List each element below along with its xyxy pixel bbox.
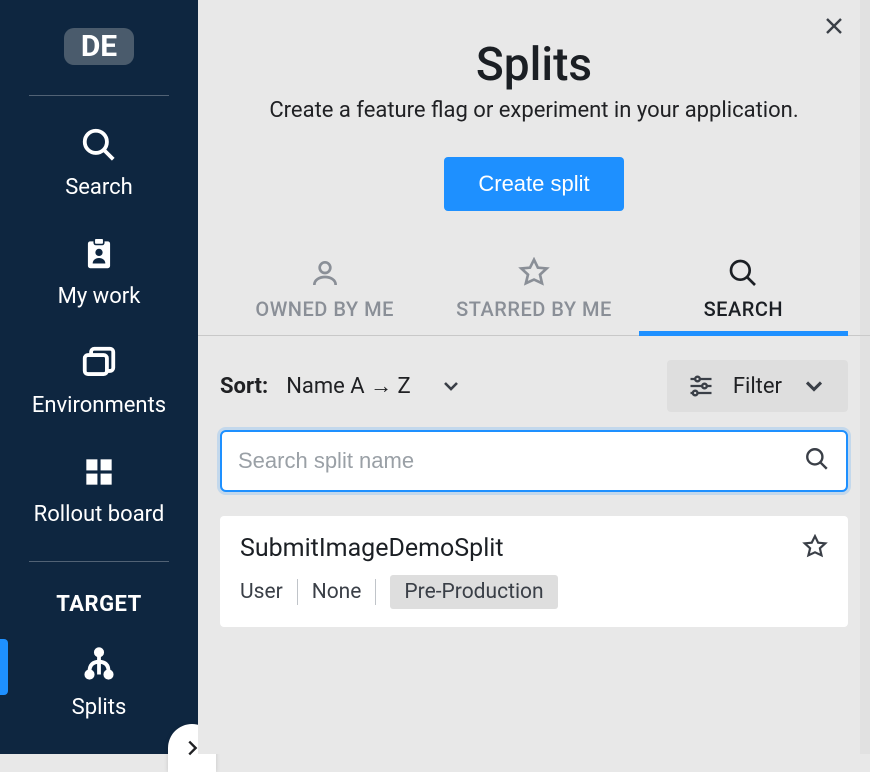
page-header: Splits Create a feature flag or experime… xyxy=(198,0,870,211)
tab-label: SEARCH xyxy=(704,297,784,321)
split-meta: User None Pre-Production xyxy=(240,575,828,609)
sidebar: DE Search My work Environments Rollout b… xyxy=(0,0,198,754)
sidebar-section-heading: TARGET xyxy=(56,592,142,617)
sort-value-text: Name A → Z xyxy=(286,373,411,399)
tabbar: OWNED BY ME STARRED BY ME SEARCH xyxy=(198,257,870,336)
search-icon xyxy=(79,125,119,165)
sidebar-divider xyxy=(29,561,169,562)
star-icon xyxy=(518,257,550,289)
sidebar-divider xyxy=(29,95,169,96)
sidebar-item-splits[interactable]: Splits xyxy=(0,645,198,720)
tab-search[interactable]: SEARCH xyxy=(639,257,848,335)
tab-label: OWNED BY ME xyxy=(255,297,393,321)
controls-row: Sort: Name A → Z Filter xyxy=(198,336,870,430)
filter-label: Filter xyxy=(733,374,782,399)
sidebar-item-label: Rollout board xyxy=(34,502,165,527)
search-field-wrap xyxy=(220,430,848,492)
star-button[interactable] xyxy=(802,534,828,564)
star-icon xyxy=(802,534,828,560)
sidebar-item-label: My work xyxy=(58,284,141,309)
main-content: Splits Create a feature flag or experime… xyxy=(198,0,870,754)
user-icon xyxy=(309,257,341,289)
close-icon xyxy=(822,14,846,38)
sidebar-item-rollout-board[interactable]: Rollout board xyxy=(0,452,198,527)
grid-icon xyxy=(79,452,119,492)
sidebar-item-label: Environments xyxy=(32,393,166,418)
meta-divider xyxy=(297,579,298,605)
split-traffic-type: User xyxy=(240,580,283,604)
filter-icon xyxy=(687,372,715,400)
sidebar-item-search[interactable]: Search xyxy=(0,125,198,200)
branch-icon xyxy=(79,645,119,685)
chevron-down-icon xyxy=(439,374,463,398)
sort-control: Sort: Name A → Z xyxy=(220,373,649,399)
tab-owned-by-me[interactable]: OWNED BY ME xyxy=(220,257,429,335)
split-tags: None xyxy=(312,580,362,604)
workspace-initials: DE xyxy=(81,29,117,64)
sidebar-item-label: Search xyxy=(65,175,133,200)
page-title: Splits xyxy=(198,38,870,92)
sort-dropdown[interactable]: Name A → Z xyxy=(286,373,463,399)
clipboard-user-icon xyxy=(79,234,119,274)
sort-label: Sort: xyxy=(220,374,268,399)
search-icon xyxy=(727,257,759,289)
filter-button[interactable]: Filter xyxy=(667,360,848,412)
stack-icon xyxy=(79,343,119,383)
split-environment-chip: Pre-Production xyxy=(390,575,557,609)
chevron-down-icon xyxy=(800,372,828,400)
search-input[interactable] xyxy=(220,430,848,492)
split-result-card[interactable]: SubmitImageDemoSplit User None Pre-Produ… xyxy=(220,516,848,627)
meta-divider xyxy=(375,579,376,605)
close-button[interactable] xyxy=(822,14,846,42)
tab-starred-by-me[interactable]: STARRED BY ME xyxy=(429,257,638,335)
split-name: SubmitImageDemoSplit xyxy=(240,534,828,563)
search-icon xyxy=(804,446,830,476)
sidebar-item-mywork[interactable]: My work xyxy=(0,234,198,309)
tab-label: STARRED BY ME xyxy=(456,297,612,321)
create-split-button[interactable]: Create split xyxy=(444,157,623,211)
sidebar-item-environments[interactable]: Environments xyxy=(0,343,198,418)
page-subtitle: Create a feature flag or experiment in y… xyxy=(198,98,870,123)
workspace-badge[interactable]: DE xyxy=(64,28,134,65)
sidebar-item-label: Splits xyxy=(72,695,127,720)
